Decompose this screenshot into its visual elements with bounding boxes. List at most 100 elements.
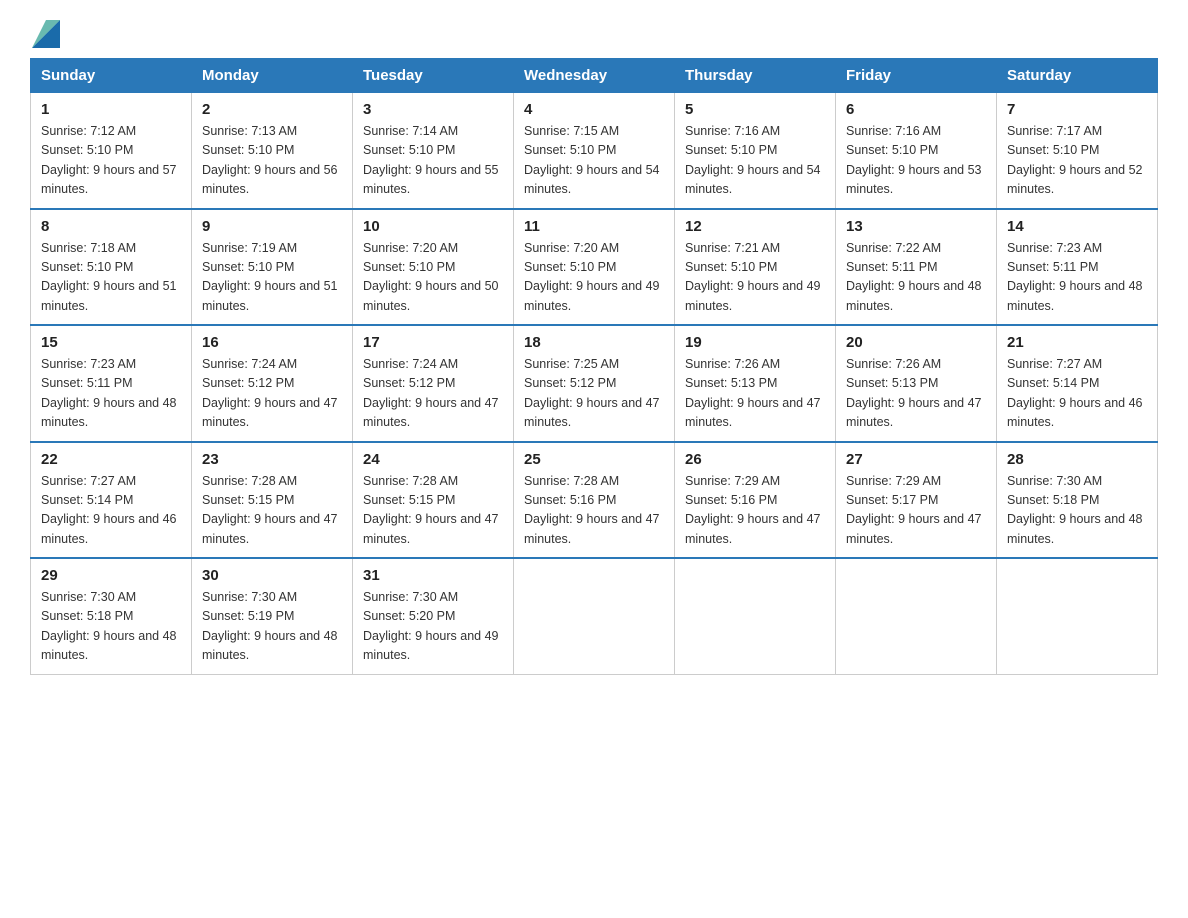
day-info: Sunrise: 7:30 AMSunset: 5:19 PMDaylight:…	[202, 590, 338, 662]
day-number: 30	[202, 567, 342, 584]
calendar-week-row: 15 Sunrise: 7:23 AMSunset: 5:11 PMDaylig…	[31, 325, 1158, 442]
col-header-thursday: Thursday	[675, 59, 836, 93]
calendar-cell: 8 Sunrise: 7:18 AMSunset: 5:10 PMDayligh…	[31, 209, 192, 326]
calendar-cell: 4 Sunrise: 7:15 AMSunset: 5:10 PMDayligh…	[514, 93, 675, 209]
day-number: 16	[202, 334, 342, 351]
day-number: 7	[1007, 101, 1147, 118]
day-info: Sunrise: 7:17 AMSunset: 5:10 PMDaylight:…	[1007, 124, 1143, 196]
day-info: Sunrise: 7:23 AMSunset: 5:11 PMDaylight:…	[41, 357, 177, 429]
logo-icon	[32, 20, 60, 48]
calendar-cell: 11 Sunrise: 7:20 AMSunset: 5:10 PMDaylig…	[514, 209, 675, 326]
calendar-cell: 14 Sunrise: 7:23 AMSunset: 5:11 PMDaylig…	[997, 209, 1158, 326]
day-number: 15	[41, 334, 181, 351]
day-info: Sunrise: 7:28 AMSunset: 5:16 PMDaylight:…	[524, 474, 660, 546]
day-number: 18	[524, 334, 664, 351]
day-info: Sunrise: 7:13 AMSunset: 5:10 PMDaylight:…	[202, 124, 338, 196]
calendar-cell: 5 Sunrise: 7:16 AMSunset: 5:10 PMDayligh…	[675, 93, 836, 209]
day-number: 31	[363, 567, 503, 584]
day-number: 19	[685, 334, 825, 351]
calendar-cell: 25 Sunrise: 7:28 AMSunset: 5:16 PMDaylig…	[514, 442, 675, 559]
col-header-tuesday: Tuesday	[353, 59, 514, 93]
day-number: 4	[524, 101, 664, 118]
day-number: 11	[524, 218, 664, 235]
day-number: 13	[846, 218, 986, 235]
calendar-cell: 20 Sunrise: 7:26 AMSunset: 5:13 PMDaylig…	[836, 325, 997, 442]
calendar-cell: 15 Sunrise: 7:23 AMSunset: 5:11 PMDaylig…	[31, 325, 192, 442]
day-info: Sunrise: 7:29 AMSunset: 5:16 PMDaylight:…	[685, 474, 821, 546]
calendar-cell	[675, 558, 836, 674]
day-info: Sunrise: 7:28 AMSunset: 5:15 PMDaylight:…	[202, 474, 338, 546]
calendar-cell: 6 Sunrise: 7:16 AMSunset: 5:10 PMDayligh…	[836, 93, 997, 209]
day-number: 10	[363, 218, 503, 235]
day-info: Sunrise: 7:27 AMSunset: 5:14 PMDaylight:…	[41, 474, 177, 546]
day-info: Sunrise: 7:22 AMSunset: 5:11 PMDaylight:…	[846, 241, 982, 313]
calendar-cell: 16 Sunrise: 7:24 AMSunset: 5:12 PMDaylig…	[192, 325, 353, 442]
day-number: 21	[1007, 334, 1147, 351]
calendar-cell: 22 Sunrise: 7:27 AMSunset: 5:14 PMDaylig…	[31, 442, 192, 559]
day-info: Sunrise: 7:30 AMSunset: 5:18 PMDaylight:…	[41, 590, 177, 662]
calendar-cell: 30 Sunrise: 7:30 AMSunset: 5:19 PMDaylig…	[192, 558, 353, 674]
day-info: Sunrise: 7:14 AMSunset: 5:10 PMDaylight:…	[363, 124, 499, 196]
calendar-week-row: 8 Sunrise: 7:18 AMSunset: 5:10 PMDayligh…	[31, 209, 1158, 326]
calendar-cell: 17 Sunrise: 7:24 AMSunset: 5:12 PMDaylig…	[353, 325, 514, 442]
calendar-cell: 26 Sunrise: 7:29 AMSunset: 5:16 PMDaylig…	[675, 442, 836, 559]
day-number: 25	[524, 451, 664, 468]
day-number: 28	[1007, 451, 1147, 468]
day-number: 5	[685, 101, 825, 118]
day-number: 24	[363, 451, 503, 468]
day-number: 29	[41, 567, 181, 584]
col-header-monday: Monday	[192, 59, 353, 93]
day-info: Sunrise: 7:29 AMSunset: 5:17 PMDaylight:…	[846, 474, 982, 546]
day-number: 23	[202, 451, 342, 468]
calendar-cell: 1 Sunrise: 7:12 AMSunset: 5:10 PMDayligh…	[31, 93, 192, 209]
day-info: Sunrise: 7:12 AMSunset: 5:10 PMDaylight:…	[41, 124, 177, 196]
logo	[30, 20, 60, 48]
calendar-cell: 23 Sunrise: 7:28 AMSunset: 5:15 PMDaylig…	[192, 442, 353, 559]
day-number: 14	[1007, 218, 1147, 235]
col-header-friday: Friday	[836, 59, 997, 93]
calendar-cell: 18 Sunrise: 7:25 AMSunset: 5:12 PMDaylig…	[514, 325, 675, 442]
day-info: Sunrise: 7:25 AMSunset: 5:12 PMDaylight:…	[524, 357, 660, 429]
day-info: Sunrise: 7:19 AMSunset: 5:10 PMDaylight:…	[202, 241, 338, 313]
calendar-cell: 2 Sunrise: 7:13 AMSunset: 5:10 PMDayligh…	[192, 93, 353, 209]
day-info: Sunrise: 7:27 AMSunset: 5:14 PMDaylight:…	[1007, 357, 1143, 429]
calendar-cell: 19 Sunrise: 7:26 AMSunset: 5:13 PMDaylig…	[675, 325, 836, 442]
calendar-cell: 21 Sunrise: 7:27 AMSunset: 5:14 PMDaylig…	[997, 325, 1158, 442]
calendar-cell: 3 Sunrise: 7:14 AMSunset: 5:10 PMDayligh…	[353, 93, 514, 209]
col-header-wednesday: Wednesday	[514, 59, 675, 93]
calendar-cell: 31 Sunrise: 7:30 AMSunset: 5:20 PMDaylig…	[353, 558, 514, 674]
day-info: Sunrise: 7:30 AMSunset: 5:18 PMDaylight:…	[1007, 474, 1143, 546]
day-info: Sunrise: 7:20 AMSunset: 5:10 PMDaylight:…	[524, 241, 660, 313]
day-info: Sunrise: 7:26 AMSunset: 5:13 PMDaylight:…	[685, 357, 821, 429]
calendar-cell: 28 Sunrise: 7:30 AMSunset: 5:18 PMDaylig…	[997, 442, 1158, 559]
calendar-cell: 24 Sunrise: 7:28 AMSunset: 5:15 PMDaylig…	[353, 442, 514, 559]
day-info: Sunrise: 7:18 AMSunset: 5:10 PMDaylight:…	[41, 241, 177, 313]
day-number: 3	[363, 101, 503, 118]
day-number: 12	[685, 218, 825, 235]
day-info: Sunrise: 7:30 AMSunset: 5:20 PMDaylight:…	[363, 590, 499, 662]
day-info: Sunrise: 7:24 AMSunset: 5:12 PMDaylight:…	[202, 357, 338, 429]
calendar-cell: 12 Sunrise: 7:21 AMSunset: 5:10 PMDaylig…	[675, 209, 836, 326]
calendar-week-row: 29 Sunrise: 7:30 AMSunset: 5:18 PMDaylig…	[31, 558, 1158, 674]
day-info: Sunrise: 7:21 AMSunset: 5:10 PMDaylight:…	[685, 241, 821, 313]
day-number: 6	[846, 101, 986, 118]
calendar-cell: 13 Sunrise: 7:22 AMSunset: 5:11 PMDaylig…	[836, 209, 997, 326]
day-info: Sunrise: 7:26 AMSunset: 5:13 PMDaylight:…	[846, 357, 982, 429]
day-info: Sunrise: 7:20 AMSunset: 5:10 PMDaylight:…	[363, 241, 499, 313]
calendar-cell: 9 Sunrise: 7:19 AMSunset: 5:10 PMDayligh…	[192, 209, 353, 326]
calendar-cell: 10 Sunrise: 7:20 AMSunset: 5:10 PMDaylig…	[353, 209, 514, 326]
day-number: 2	[202, 101, 342, 118]
calendar-cell: 27 Sunrise: 7:29 AMSunset: 5:17 PMDaylig…	[836, 442, 997, 559]
calendar-cell	[836, 558, 997, 674]
calendar-cell: 7 Sunrise: 7:17 AMSunset: 5:10 PMDayligh…	[997, 93, 1158, 209]
day-number: 17	[363, 334, 503, 351]
calendar-table: SundayMondayTuesdayWednesdayThursdayFrid…	[30, 58, 1158, 675]
day-info: Sunrise: 7:24 AMSunset: 5:12 PMDaylight:…	[363, 357, 499, 429]
day-info: Sunrise: 7:28 AMSunset: 5:15 PMDaylight:…	[363, 474, 499, 546]
day-info: Sunrise: 7:16 AMSunset: 5:10 PMDaylight:…	[685, 124, 821, 196]
calendar-cell: 29 Sunrise: 7:30 AMSunset: 5:18 PMDaylig…	[31, 558, 192, 674]
day-info: Sunrise: 7:15 AMSunset: 5:10 PMDaylight:…	[524, 124, 660, 196]
day-number: 1	[41, 101, 181, 118]
day-number: 9	[202, 218, 342, 235]
day-number: 27	[846, 451, 986, 468]
